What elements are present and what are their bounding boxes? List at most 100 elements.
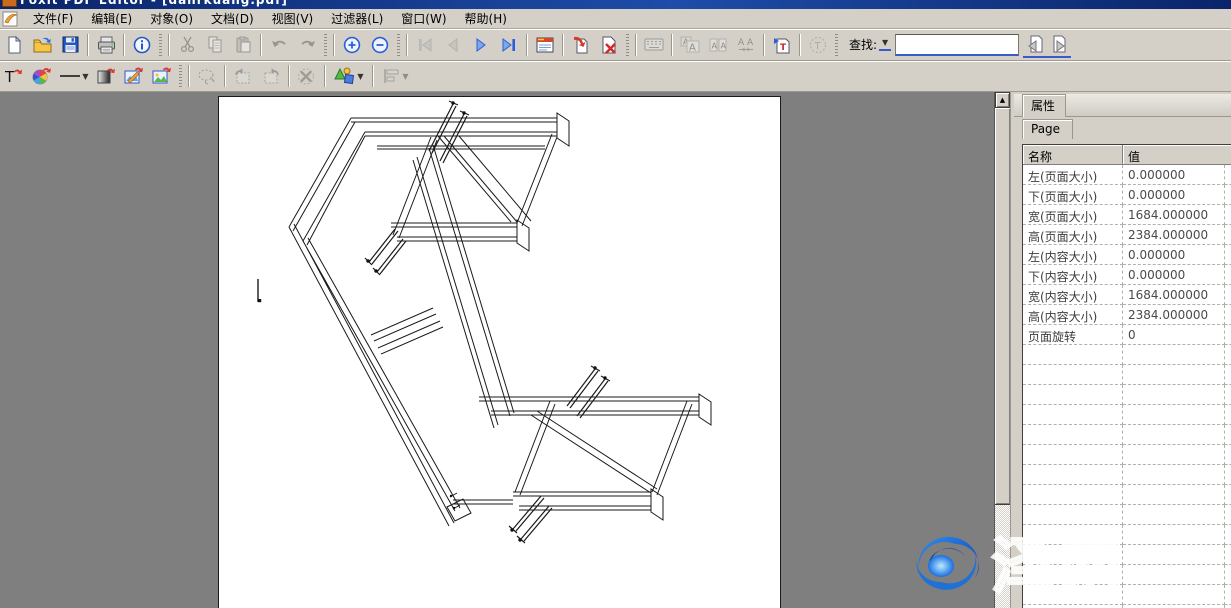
lasso-tool-button[interactable] <box>194 63 220 89</box>
align-tool-dropdown-caret[interactable]: ▼ <box>402 72 408 81</box>
rotate-left-button[interactable] <box>230 63 256 89</box>
new-document-button[interactable] <box>1 32 27 58</box>
property-row-empty[interactable] <box>1023 345 1231 365</box>
menu-help[interactable]: 帮助(H) <box>456 8 516 29</box>
document-canvas[interactable] <box>0 92 994 608</box>
property-row-empty[interactable] <box>1023 505 1231 525</box>
property-row-empty[interactable] <box>1023 405 1231 425</box>
property-row[interactable]: 高(页面大小)2384.000000 <box>1023 225 1231 245</box>
keyboard-button[interactable] <box>641 32 667 58</box>
line-tool-dropdown-caret[interactable]: ▼ <box>82 72 88 81</box>
pdf-page[interactable] <box>218 96 781 608</box>
property-row[interactable]: 页面旋转0 <box>1023 325 1231 345</box>
image-tool-button[interactable] <box>149 63 175 89</box>
shapes-tool-button[interactable]: ▼ <box>330 63 368 89</box>
property-filler <box>1225 285 1231 305</box>
font-spacing-button[interactable]: A A <box>733 32 759 58</box>
tab-page[interactable]: Page <box>1022 119 1073 139</box>
menu-bar: 文件(F) 编辑(E) 对象(O) 文档(D) 视图(V) 过滤器(L) 窗口(… <box>0 9 1231 29</box>
property-row-empty[interactable] <box>1023 385 1231 405</box>
text-circle-icon: T <box>809 36 827 54</box>
add-text-button[interactable]: T <box>769 32 795 58</box>
delete-object-button[interactable] <box>294 63 320 89</box>
property-name <box>1023 405 1123 425</box>
property-name <box>1023 425 1123 445</box>
previous-page-button[interactable] <box>440 32 466 58</box>
menu-window[interactable]: 窗口(W) <box>392 8 455 29</box>
scroll-up-button[interactable]: ▲ <box>995 92 1010 108</box>
delete-page-button[interactable] <box>596 32 622 58</box>
property-filler <box>1225 445 1231 465</box>
svg-text:A: A <box>689 43 696 54</box>
line-tool-button[interactable]: ▼ <box>57 63 91 89</box>
property-row-empty[interactable] <box>1023 445 1231 465</box>
lasso-tool-icon <box>197 68 217 85</box>
property-row-empty[interactable] <box>1023 565 1231 585</box>
first-page-button[interactable] <box>412 32 438 58</box>
font-size-button[interactable]: A A <box>677 32 703 58</box>
copy-button[interactable] <box>202 32 228 58</box>
shapes-tool-dropdown-caret[interactable]: ▼ <box>357 72 363 81</box>
open-file-button[interactable] <box>29 32 55 58</box>
align-tool-button[interactable]: ▼ <box>378 63 414 89</box>
property-row[interactable]: 宽(内容大小)1684.000000 <box>1023 285 1231 305</box>
page-layout-button[interactable] <box>532 32 558 58</box>
menu-filter[interactable]: 过滤器(L) <box>322 8 392 29</box>
menu-document[interactable]: 文档(D) <box>202 8 263 29</box>
property-row[interactable]: 左(页面大小)0.000000 <box>1023 165 1231 185</box>
menu-object[interactable]: 对象(O) <box>141 8 202 29</box>
zoom-in-button[interactable] <box>339 32 365 58</box>
find-bar: 查找: ▼ <box>845 32 1071 58</box>
color-wheel-button[interactable] <box>29 63 55 89</box>
text-tool-button[interactable]: T <box>1 63 27 89</box>
rotate-right-icon <box>261 68 281 85</box>
property-row-empty[interactable] <box>1023 485 1231 505</box>
insert-page-button[interactable] <box>568 32 594 58</box>
document-info-button[interactable] <box>129 32 155 58</box>
menu-file[interactable]: 文件(F) <box>24 8 82 29</box>
text-circle-button[interactable]: T <box>805 32 831 58</box>
find-options-dropdown[interactable]: ▼ <box>879 38 891 51</box>
edit-image-button[interactable] <box>121 63 147 89</box>
font-kerning-icon: A A <box>709 37 727 53</box>
find-previous-button[interactable] <box>1023 32 1047 58</box>
menu-edit[interactable]: 编辑(E) <box>82 8 141 29</box>
undo-button[interactable] <box>266 32 292 58</box>
property-name <box>1023 445 1123 465</box>
insert-page-icon <box>572 36 590 54</box>
property-value <box>1123 485 1225 505</box>
find-next-button[interactable] <box>1047 32 1071 58</box>
property-row[interactable]: 下(页面大小)0.000000 <box>1023 185 1231 205</box>
paste-button[interactable] <box>230 32 256 58</box>
menu-view[interactable]: 视图(V) <box>263 8 323 29</box>
zoom-out-button[interactable] <box>367 32 393 58</box>
scrollbar-thumb[interactable] <box>995 108 1010 505</box>
property-row[interactable]: 高(内容大小)2384.000000 <box>1023 305 1231 325</box>
property-filler <box>1225 325 1231 345</box>
property-name <box>1023 365 1123 385</box>
redo-button[interactable] <box>294 32 320 58</box>
font-kerning-button[interactable]: A A <box>705 32 731 58</box>
property-row[interactable]: 左(内容大小)0.000000 <box>1023 245 1231 265</box>
last-page-button[interactable] <box>496 32 522 58</box>
property-row-empty[interactable] <box>1023 585 1231 605</box>
property-row-empty[interactable] <box>1023 465 1231 485</box>
cut-button[interactable] <box>174 32 200 58</box>
property-row[interactable]: 宽(页面大小)1684.000000 <box>1023 205 1231 225</box>
property-row-empty[interactable] <box>1023 525 1231 545</box>
next-page-button[interactable] <box>468 32 494 58</box>
properties-tab[interactable]: 属性 <box>1022 94 1066 117</box>
property-value <box>1123 385 1225 405</box>
property-row[interactable]: 下(内容大小)0.000000 <box>1023 265 1231 285</box>
add-text-icon: T <box>773 36 791 54</box>
print-button[interactable] <box>93 32 119 58</box>
vertical-scrollbar[interactable]: ▲ <box>994 92 1011 608</box>
property-row-empty[interactable] <box>1023 545 1231 565</box>
property-row-empty[interactable] <box>1023 425 1231 445</box>
gradient-tool-button[interactable] <box>93 63 119 89</box>
find-input[interactable] <box>895 34 1019 56</box>
rotate-right-button[interactable] <box>258 63 284 89</box>
save-button[interactable] <box>57 32 83 58</box>
keyboard-icon <box>644 38 664 51</box>
property-row-empty[interactable] <box>1023 365 1231 385</box>
